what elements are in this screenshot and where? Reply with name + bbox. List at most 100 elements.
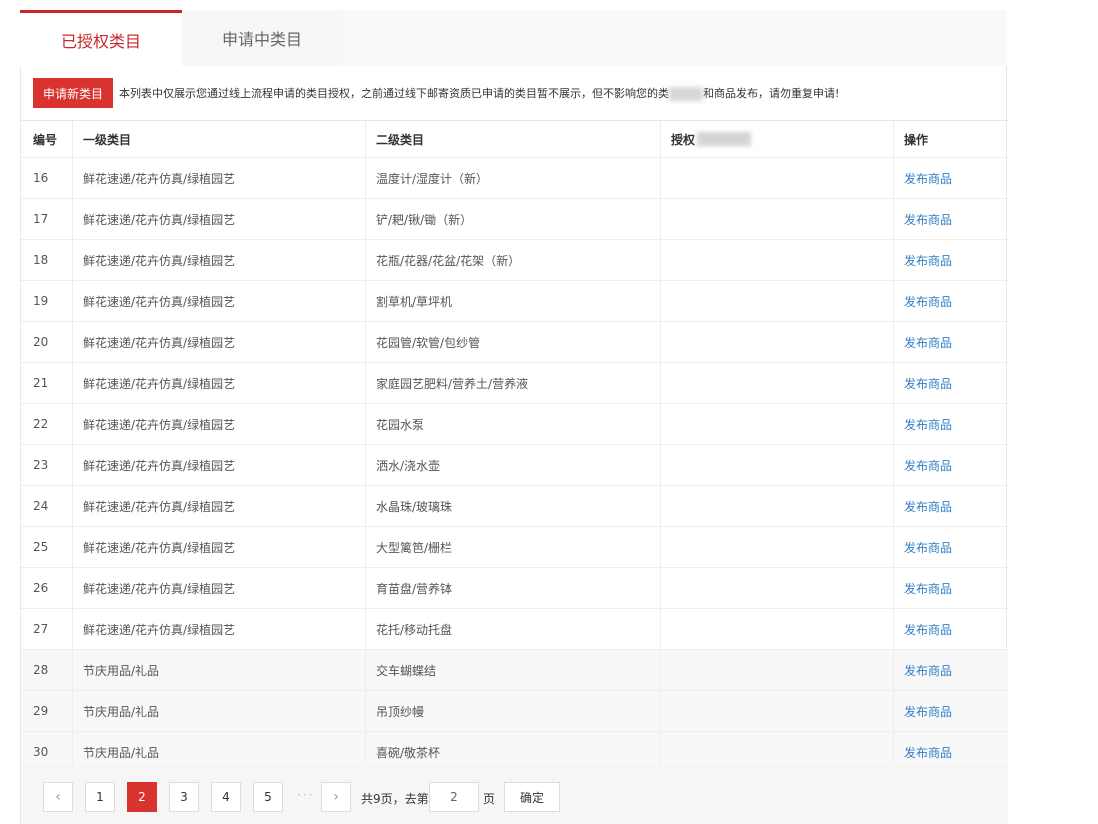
row-level1: 鲜花速递/花卉仿真/绿植园艺 [73,363,366,403]
row-action: 发布商品 [894,158,1008,198]
row-id: 25 [21,527,73,567]
notice-text-after: 和商品发布，请勿重复申请! [703,87,840,100]
row-level2: 割草机/草坪机 [366,281,661,321]
table-row: 19 鲜花速递/花卉仿真/绿植园艺 割草机/草坪机 发布商品 [21,280,1008,321]
notice-bar: 申请新类目 本列表中仅展示您通过线上流程申请的类目授权，之前通过线下邮寄资质已申… [33,78,839,108]
category-table: 编号 一级类目 二级类目 授权 操作 16 鲜花速递/花卉仿真/绿植园艺 温度计/湿… [21,120,1008,772]
apply-new-category-button[interactable]: 申请新类目 [33,78,114,108]
table-row: 23 鲜花速递/花卉仿真/绿植园艺 洒水/浇水壶 发布商品 [21,444,1008,485]
publish-product-link[interactable]: 发布商品 [904,334,952,351]
publish-product-link[interactable]: 发布商品 [904,375,952,392]
row-auth [661,199,894,239]
publish-product-link[interactable]: 发布商品 [904,703,952,720]
row-id: 16 [21,158,73,198]
page-5-button[interactable]: 5 [253,782,283,812]
row-level2: 吊顶纱幔 [366,691,661,731]
header-level1: 一级类目 [73,121,366,157]
header-id: 编号 [21,121,73,157]
row-id: 22 [21,404,73,444]
publish-product-link[interactable]: 发布商品 [904,498,952,515]
tab-bar: 已授权类目 申请中类目 [20,10,1007,66]
publish-product-link[interactable]: 发布商品 [904,170,952,187]
row-auth [661,404,894,444]
row-id: 29 [21,691,73,731]
page-1-button[interactable]: 1 [85,782,115,812]
table-row: 27 鲜花速递/花卉仿真/绿植园艺 花托/移动托盘 发布商品 [21,608,1008,649]
publish-product-link[interactable]: 发布商品 [904,621,952,638]
table-row: 20 鲜花速递/花卉仿真/绿植园艺 花园管/软管/包纱管 发布商品 [21,321,1008,362]
publish-product-link[interactable]: 发布商品 [904,252,952,269]
row-id: 28 [21,650,73,690]
tab-pending[interactable]: 申请中类目 [182,10,342,66]
publish-product-link[interactable]: 发布商品 [904,744,952,761]
row-level2: 温度计/湿度计（新） [366,158,661,198]
page-suffix-label: 页 [483,792,496,806]
table-row: 17 鲜花速递/花卉仿真/绿植园艺 铲/耙/锹/锄（新） 发布商品 [21,198,1008,239]
page-ellipsis: ··· [297,788,315,802]
row-level1: 鲜花速递/花卉仿真/绿植园艺 [73,445,366,485]
publish-product-link[interactable]: 发布商品 [904,293,952,310]
row-auth [661,445,894,485]
row-level1: 鲜花速递/花卉仿真/绿植园艺 [73,158,366,198]
row-level2: 花园管/软管/包纱管 [366,322,661,362]
row-auth [661,158,894,198]
publish-product-link[interactable]: 发布商品 [904,662,952,679]
row-auth [661,322,894,362]
row-auth [661,650,894,690]
category-panel: 已授权类目 申请中类目 申请新类目 本列表中仅展示您通过线上流程申请的类目授权，… [20,10,1008,824]
row-level2: 铲/耙/锹/锄（新） [366,199,661,239]
goto-page-input[interactable] [429,782,479,812]
row-level1: 鲜花速递/花卉仿真/绿植园艺 [73,568,366,608]
row-level2: 花托/移动托盘 [366,609,661,649]
row-auth [661,486,894,526]
row-action: 发布商品 [894,281,1008,321]
row-level1: 鲜花速递/花卉仿真/绿植园艺 [73,609,366,649]
row-id: 24 [21,486,73,526]
next-page-button[interactable]: › [321,782,351,812]
prev-page-button[interactable]: ‹ [43,782,73,812]
publish-product-link[interactable]: 发布商品 [904,211,952,228]
table-row: 26 鲜花速递/花卉仿真/绿植园艺 育苗盘/营养钵 发布商品 [21,567,1008,608]
tab-authorized[interactable]: 已授权类目 [20,10,182,66]
row-level1: 鲜花速递/花卉仿真/绿植园艺 [73,322,366,362]
total-pages-label: 共9页，去第 [361,792,429,806]
confirm-goto-button[interactable]: 确定 [504,782,560,812]
page-3-button[interactable]: 3 [169,782,199,812]
row-id: 21 [21,363,73,403]
row-auth [661,691,894,731]
row-action: 发布商品 [894,363,1008,403]
row-id: 17 [21,199,73,239]
publish-product-link[interactable]: 发布商品 [904,580,952,597]
row-id: 20 [21,322,73,362]
row-level2: 水晶珠/玻璃珠 [366,486,661,526]
publish-product-link[interactable]: 发布商品 [904,416,952,433]
row-auth [661,609,894,649]
page-2-button[interactable]: 2 [127,782,157,812]
table-row: 16 鲜花速递/花卉仿真/绿植园艺 温度计/湿度计（新） 发布商品 [21,157,1008,198]
row-action: 发布商品 [894,404,1008,444]
row-id: 19 [21,281,73,321]
header-auth: 授权 [661,121,894,157]
row-level2: 交车蝴蝶结 [366,650,661,690]
tab-bar-filler [342,10,1007,66]
row-action: 发布商品 [894,199,1008,239]
publish-product-link[interactable]: 发布商品 [904,539,952,556]
notice-text: 本列表中仅展示您通过线上流程申请的类目授权，之前通过线下邮寄资质已申请的类目暂不… [119,85,839,101]
page-4-button[interactable]: 4 [211,782,241,812]
header-auth-label: 授权 [671,132,696,147]
row-level2: 洒水/浇水壶 [366,445,661,485]
row-action: 发布商品 [894,691,1008,731]
row-level1: 鲜花速递/花卉仿真/绿植园艺 [73,199,366,239]
row-level1: 节庆用品/礼品 [73,650,366,690]
table-row: 29 节庆用品/礼品 吊顶纱幔 发布商品 [21,690,1008,731]
redacted-blur [697,132,752,146]
tab-content: 申请新类目 本列表中仅展示您通过线上流程申请的类目授权，之前通过线下邮寄资质已申… [20,66,1008,824]
table-row: 22 鲜花速递/花卉仿真/绿植园艺 花园水泵 发布商品 [21,403,1008,444]
row-auth [661,240,894,280]
row-action: 发布商品 [894,650,1008,690]
row-action: 发布商品 [894,445,1008,485]
row-id: 27 [21,609,73,649]
notice-text-before: 本列表中仅展示您通过线上流程申请的类目授权，之前通过线下邮寄资质已申请的类目暂不… [119,87,670,100]
row-id: 26 [21,568,73,608]
publish-product-link[interactable]: 发布商品 [904,457,952,474]
